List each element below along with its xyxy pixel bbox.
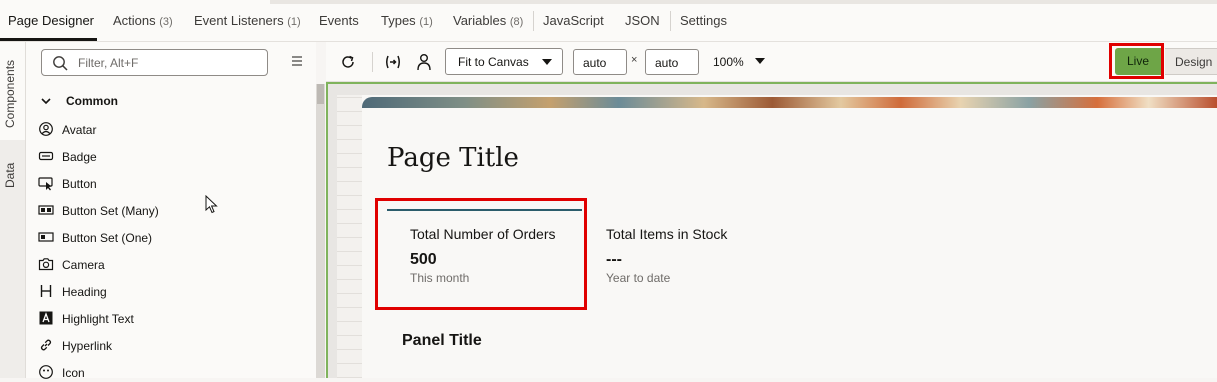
tab-types[interactable]: Types (1) xyxy=(381,13,433,28)
card-subtitle: Year to date xyxy=(606,271,671,285)
active-tab-indicator xyxy=(0,38,97,41)
side-tab-components[interactable]: Components xyxy=(0,42,26,140)
tab-json[interactable]: JSON xyxy=(625,13,660,28)
top-tab-bar xyxy=(0,0,1217,42)
height-input[interactable]: auto xyxy=(645,49,699,75)
live-highlight-box xyxy=(1109,43,1164,79)
mouse-cursor-icon xyxy=(205,195,218,214)
tab-separator xyxy=(670,11,671,31)
component-item-icon[interactable]: Icon xyxy=(38,364,238,382)
refresh-icon[interactable] xyxy=(340,54,356,70)
component-item-avatar[interactable]: Avatar xyxy=(38,121,238,139)
card-value: --- xyxy=(606,251,622,268)
button-icon xyxy=(38,177,53,191)
user-icon[interactable] xyxy=(416,53,432,71)
component-item-hyperlink[interactable]: Hyperlink xyxy=(38,337,238,355)
scrollbar-thumb[interactable] xyxy=(317,84,324,104)
tab-events[interactable]: Events xyxy=(319,13,359,28)
tab-javascript[interactable]: JavaScript xyxy=(543,13,604,28)
tab-settings[interactable]: Settings xyxy=(680,13,727,28)
top-edge-strip xyxy=(0,0,1217,4)
panel-title[interactable]: Panel Title xyxy=(402,332,482,350)
component-item-heading[interactable]: Heading xyxy=(38,283,238,301)
camera-icon xyxy=(38,258,54,271)
page-banner-image xyxy=(362,97,1217,108)
tab-page-designer[interactable]: Page Designer xyxy=(8,13,94,28)
component-filter-input[interactable]: Filter, Alt+F xyxy=(41,49,268,76)
tab-event-listeners[interactable]: Event Listeners (1) xyxy=(194,13,301,28)
dimension-times-label: × xyxy=(631,54,638,66)
toolbar-separator xyxy=(372,52,373,72)
tab-separator xyxy=(533,11,534,31)
fit-to-canvas-select[interactable]: Fit to Canvas xyxy=(445,48,563,75)
page-title[interactable]: Page Title xyxy=(387,143,519,173)
component-item-button-set-one[interactable]: Button Set (One) xyxy=(38,229,238,247)
component-item-camera[interactable]: Camera xyxy=(38,256,238,274)
caret-down-icon xyxy=(542,59,552,65)
components-scrollbar[interactable] xyxy=(316,84,325,378)
side-tab-data[interactable]: Data xyxy=(0,150,26,195)
tab-actions[interactable]: Actions (3) xyxy=(113,13,173,28)
search-icon xyxy=(53,56,68,71)
button-set-many-icon xyxy=(38,205,54,215)
caret-down-icon[interactable] xyxy=(755,58,765,64)
design-mode-button[interactable]: Design xyxy=(1165,48,1217,75)
canvas-ruler xyxy=(337,95,362,378)
zoom-select[interactable]: 100% xyxy=(713,55,744,69)
component-item-button[interactable]: Button xyxy=(38,175,238,193)
card-title: Total Items in Stock xyxy=(606,226,728,242)
button-set-one-icon xyxy=(38,232,54,242)
heading-icon xyxy=(40,285,52,297)
component-item-badge[interactable]: Badge xyxy=(38,148,238,166)
component-item-highlight-text[interactable]: Highlight Text xyxy=(38,310,238,328)
highlight-text-icon xyxy=(39,311,53,325)
avatar-icon xyxy=(39,122,53,136)
width-input[interactable]: auto xyxy=(573,49,627,75)
badge-icon xyxy=(38,151,54,161)
card-highlight-box xyxy=(375,198,587,310)
tab-variables[interactable]: Variables (8) xyxy=(453,13,523,28)
variable-binding-icon[interactable] xyxy=(384,54,402,70)
chevron-down-icon xyxy=(41,98,51,105)
hyperlink-icon xyxy=(40,339,52,351)
panel-menu-icon[interactable] xyxy=(291,55,303,67)
